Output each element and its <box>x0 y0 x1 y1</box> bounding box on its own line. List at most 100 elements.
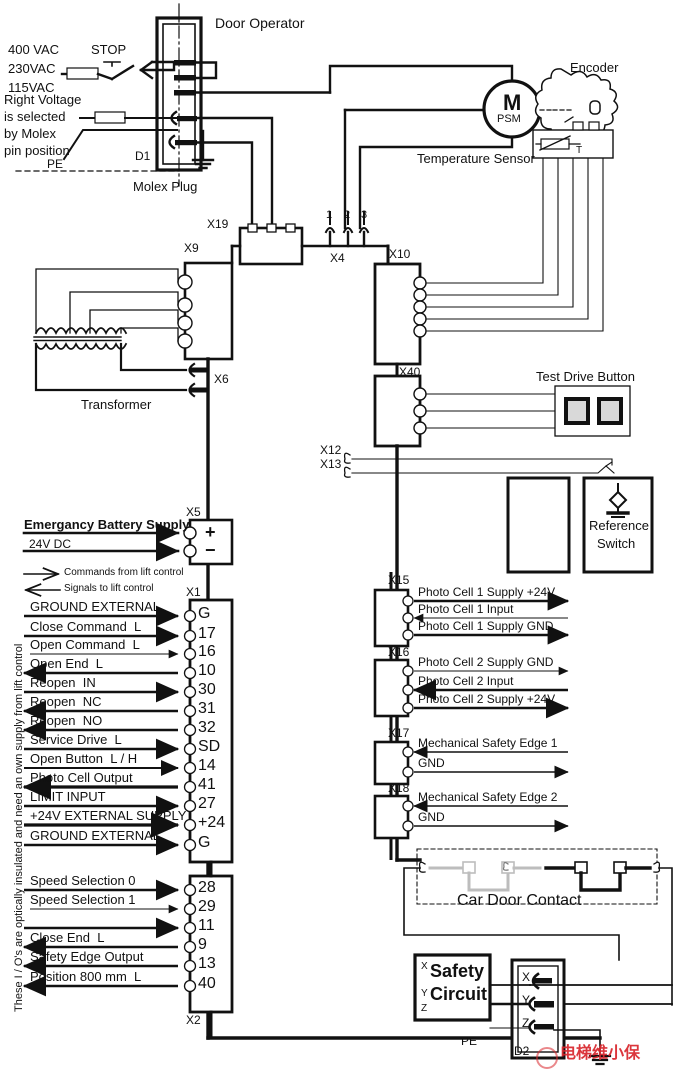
x2-signal-label: Safety Edge Output <box>30 949 144 964</box>
x1-pin-label: 30 <box>198 681 216 698</box>
connector-label-x40: X40 <box>399 365 421 379</box>
x1-signal-label: Open Button L / H <box>30 751 138 766</box>
x1-pin-label: SD <box>198 738 221 755</box>
x2-signal-label: Close End L <box>30 930 105 945</box>
x1-signal-label: Service Drive L <box>30 732 122 747</box>
connector-label-x12: X12 <box>320 443 342 457</box>
x2-signal-label: Speed Selection 1 <box>30 892 136 907</box>
x4-pin-3: 3 <box>361 209 368 221</box>
x2-pin-label: 13 <box>198 955 216 972</box>
side-note-text: These I / O's are optically insulated an… <box>13 643 25 1012</box>
connector-label-x2: X2 <box>186 1013 201 1027</box>
x1-pin-label: 14 <box>198 757 216 774</box>
x16-signal-label: Photo Cell 2 Supply GND <box>418 655 554 669</box>
x16-signal-label: Photo Cell 2 Input <box>418 674 514 688</box>
safety-circuit-line-2: Circuit <box>430 984 488 1004</box>
x15-signal-label: Photo Cell 1 Input <box>418 602 514 616</box>
d1-connector-label: D1 <box>135 149 151 163</box>
safety-circuit-terminal-y: Y <box>421 988 428 999</box>
door-operator-title: Door Operator <box>215 15 305 31</box>
safety-circuit-line-1: Safety <box>430 961 485 981</box>
watermark-logo <box>536 1047 558 1069</box>
x1-pin-label: +24 <box>198 814 226 831</box>
x2-pin-label: 29 <box>198 898 216 915</box>
connector-label-x16: X16 <box>388 645 410 659</box>
safety-circuit-terminal-z: Z <box>421 1003 428 1014</box>
x1-pin-label: 10 <box>198 662 216 679</box>
x2-pin-label: 9 <box>198 936 207 953</box>
x1-signal-label: Photo Cell Output <box>30 770 133 785</box>
x1-pin-label: 32 <box>198 719 216 736</box>
car-door-contact-label: Car Door Contact <box>457 892 582 909</box>
x1-pin-label: G <box>198 834 211 851</box>
voltage-400: 400 VAC <box>8 42 60 57</box>
x1-signal-label: Reopen IN <box>30 675 96 690</box>
x15-signal-label: Photo Cell 1 Supply +24V <box>418 585 556 599</box>
x1-signal-label: GROUND EXTERNAL <box>30 599 161 614</box>
voltage-note-line-1: Right Voltage <box>4 92 82 107</box>
x2-pin-label: 28 <box>198 879 216 896</box>
connector-label-d2: D2 <box>514 1044 530 1058</box>
x17-signal-label: GND <box>418 756 445 770</box>
molex-plug-label: Molex Plug <box>133 179 198 194</box>
x1-pin-label: 16 <box>198 643 216 660</box>
voltage-note-line-2: is selected <box>4 109 66 124</box>
motor-symbol: M <box>503 90 522 115</box>
x2-pin-label: 40 <box>198 975 216 992</box>
encoder-label: Encoder <box>570 60 619 75</box>
d2-terminal-y: Y <box>522 993 531 1007</box>
legend-signals-label: Signals to lift control <box>64 583 154 594</box>
d2-terminal-z: Z <box>522 1016 530 1030</box>
legend-commands-label: Commands from lift control <box>64 567 184 578</box>
connector-label-x19: X19 <box>207 217 229 231</box>
x1-pin-label: 17 <box>198 625 216 642</box>
connector-label-x9: X9 <box>184 241 199 255</box>
x2-pin-label: 11 <box>198 917 215 934</box>
connector-label-x15: X15 <box>388 573 410 587</box>
x1-signal-label: LIMIT INPUT <box>30 789 106 804</box>
test-drive-button-label: Test Drive Button <box>536 369 635 384</box>
x1-signal-label: GROUND EXTERNAL <box>30 828 161 843</box>
reference-switch-line-2: Switch <box>597 536 636 551</box>
x16-signal-label: Photo Cell 2 Supply +24V <box>418 692 556 706</box>
x17-signal-label: Mechanical Safety Edge 1 <box>418 736 558 750</box>
x15-signal-label: Photo Cell 1 Supply GND <box>418 619 554 633</box>
x18-signal-label: GND <box>418 810 445 824</box>
stop-label: STOP <box>91 42 127 57</box>
x4-pin-1: 1 <box>326 209 333 221</box>
x1-pin-label: 41 <box>198 776 216 793</box>
x1-signal-label: Close Command L <box>30 619 142 634</box>
connector-label-x1: X1 <box>186 585 201 599</box>
x18-signal-label: Mechanical Safety Edge 2 <box>418 790 558 804</box>
voltage-230: 230VAC <box>8 61 56 76</box>
connector-label-x13: X13 <box>320 457 342 471</box>
wiring-diagram-page: Door Operator 400 VAC 230VAC 115VAC STOP… <box>0 0 690 1076</box>
pe-label-bottom: PE <box>461 1034 478 1048</box>
x2-signal-label: Position 800 mm L <box>30 969 142 984</box>
temperature-symbol-label: T <box>576 145 583 156</box>
x2-signal-label: Speed Selection 0 <box>30 873 136 888</box>
voltage-note-line-3: by Molex <box>4 126 57 141</box>
battery-minus-terminal: − <box>205 540 216 560</box>
x1-signal-label: +24V EXTERNAL SUPPLY <box>30 808 187 823</box>
x1-signal-label: Reopen NO <box>30 713 103 728</box>
connector-label-x6: X6 <box>214 372 229 386</box>
transformer-label: Transformer <box>81 397 152 412</box>
voltage-note-line-4: pin position <box>4 143 70 158</box>
x1-pin-label: 27 <box>198 795 216 812</box>
temperature-sensor-label: Temperature Sensor <box>417 151 535 166</box>
x4-pin-2: 2 <box>344 209 351 221</box>
connector-label-x10: X10 <box>389 247 411 261</box>
connector-label-x17: X17 <box>388 726 410 740</box>
connector-label-x4: X4 <box>330 251 345 265</box>
x1-pin-label: 31 <box>198 700 216 717</box>
safety-circuit-terminal-x: X <box>421 961 428 972</box>
pe-label-top: PE <box>47 157 64 171</box>
watermark-text: 电梯维小保 <box>560 1045 641 1062</box>
d2-terminal-x: X <box>522 970 531 984</box>
x1-signal-label: Open Command L <box>30 637 140 652</box>
x1-signal-label: Open End L <box>30 656 103 671</box>
reference-switch-line-1: Reference <box>589 518 649 533</box>
x1-pin-label: G <box>198 605 211 622</box>
battery-supply-title: Emergancy Battery Supply <box>24 517 190 532</box>
